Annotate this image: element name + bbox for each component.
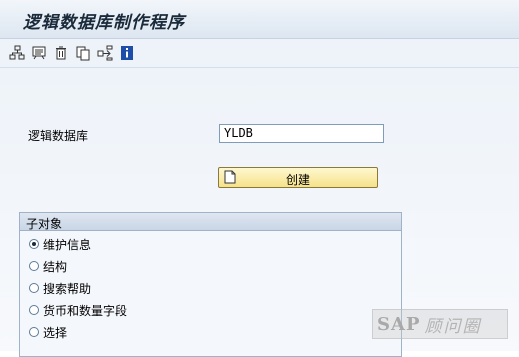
watermark: SAP 顾问圈 (372, 309, 508, 339)
screen-title: 逻辑数据库制作程序 (23, 13, 185, 33)
copy-icon[interactable] (74, 44, 92, 62)
radio-button[interactable] (29, 327, 39, 337)
subobjects-title: 子对象 (26, 217, 63, 231)
hierarchy-icon[interactable] (8, 44, 26, 62)
radio-button[interactable] (29, 261, 39, 271)
watermark-text: 顾问圈 (424, 316, 482, 337)
radio-currency-quantity[interactable]: 货币和数量字段 (29, 301, 127, 319)
delete-icon[interactable] (52, 44, 70, 62)
radio-button-selected[interactable] (29, 239, 39, 249)
radio-button[interactable] (29, 283, 39, 293)
logical-db-input[interactable]: YLDB (219, 124, 384, 143)
application-toolbar (0, 39, 519, 68)
subobjects-group: 子对象 维护信息 结构 搜索帮助 货币和数量字段 选择 (19, 212, 402, 357)
information-icon[interactable] (118, 44, 136, 62)
where-used-icon[interactable] (96, 44, 114, 62)
radio-button[interactable] (29, 305, 39, 315)
radio-selection[interactable]: 选择 (29, 323, 67, 341)
radio-label: 结构 (43, 259, 68, 274)
title-bar: 逻辑数据库制作程序 (0, 0, 519, 39)
radio-label: 货币和数量字段 (43, 303, 128, 318)
radio-structure[interactable]: 结构 (29, 257, 67, 275)
radio-search-help[interactable]: 搜索帮助 (29, 279, 91, 297)
radio-label: 搜索帮助 (43, 281, 92, 296)
watermark-brand: SAP (377, 313, 421, 335)
radio-maintain-info[interactable]: 维护信息 (29, 235, 91, 253)
radio-label: 选择 (43, 325, 68, 340)
logical-db-label: 逻辑数据库 (28, 129, 89, 143)
create-button[interactable]: 创建 (218, 167, 378, 188)
display-change-icon[interactable] (30, 44, 48, 62)
subobjects-header: 子对象 (20, 213, 401, 231)
radio-label: 维护信息 (43, 237, 92, 252)
create-button-label: 创建 (285, 173, 310, 187)
